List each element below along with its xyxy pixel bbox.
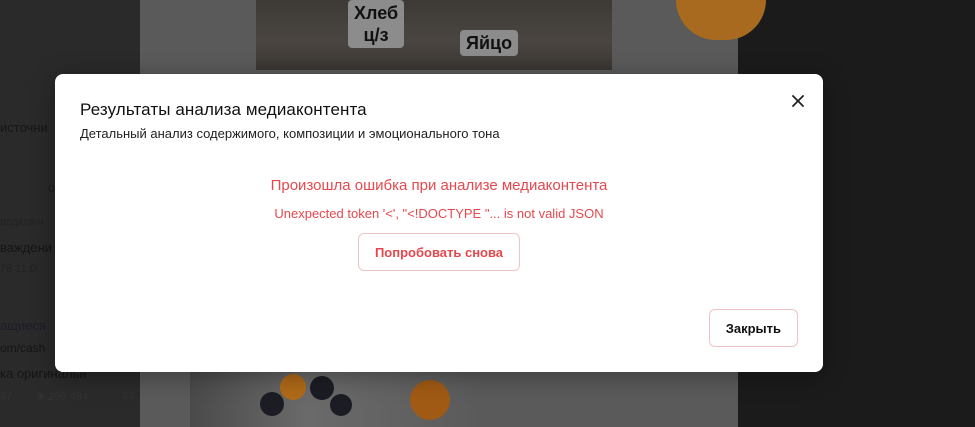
error-title: Произошла ошибка при анализе медиаконтен… [270,177,608,194]
retry-button[interactable]: Попробовать снова [357,233,521,271]
error-panel: Произошла ошибка при анализе медиаконтен… [55,177,823,271]
error-detail: Unexpected token '<', "<!DOCTYPE "... is… [274,206,604,221]
analysis-results-dialog: Результаты анализа медиаконтента Детальн… [55,74,823,372]
dialog-title: Результаты анализа медиаконтента [80,100,367,119]
dialog-subtitle: Детальный анализ содержимого, композиции… [80,126,500,141]
close-icon[interactable] [787,90,809,112]
close-icon-glyph [792,95,804,107]
close-button[interactable]: Закрыть [708,309,798,347]
